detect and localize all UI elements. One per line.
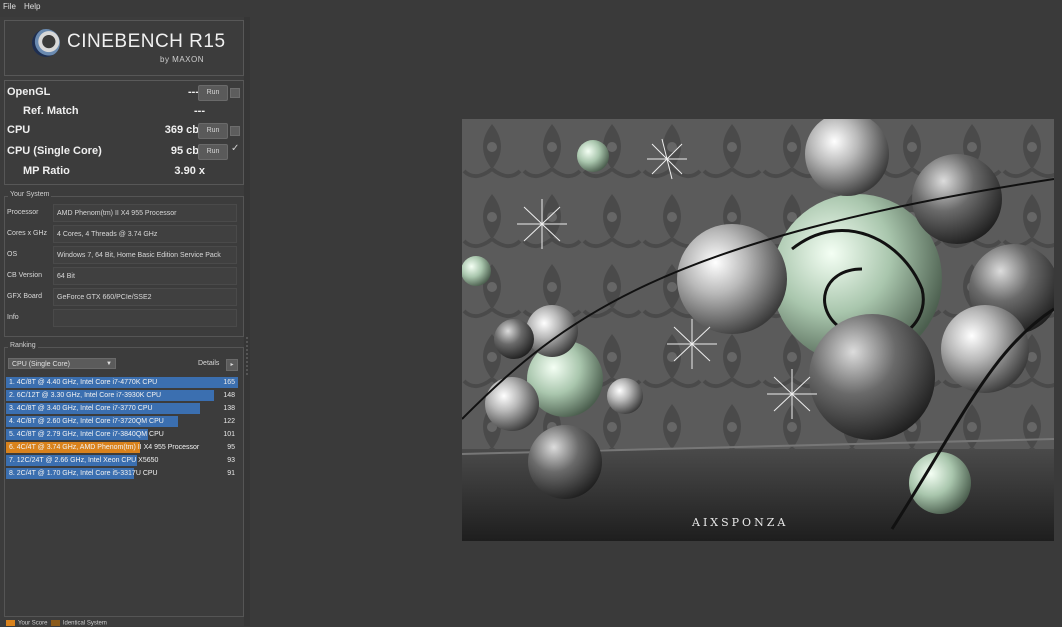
details-label[interactable]: Details bbox=[198, 360, 219, 367]
app-subtitle: by MAXON bbox=[160, 55, 205, 64]
ranking-entry-score: 148 bbox=[223, 392, 235, 399]
system-field-label: Info bbox=[7, 314, 19, 321]
panel-splitter[interactable] bbox=[244, 17, 250, 626]
system-row: CB Version 64 Bit bbox=[5, 266, 243, 286]
menu-help[interactable]: Help bbox=[24, 2, 40, 11]
menu-bar: File Help bbox=[0, 0, 1062, 14]
ranking-row[interactable]: 5. 4C/8T @ 2.79 GHz, Intel Core i7-3840Q… bbox=[6, 429, 238, 441]
your-system-group: Your System Processor AMD Phenom(tm) II X… bbox=[4, 191, 244, 337]
cinebench-logo-icon bbox=[32, 29, 60, 57]
your-system-title: Your System bbox=[8, 191, 52, 198]
system-field-value: GeForce GTX 660/PCIe/SSE2 bbox=[53, 288, 237, 306]
score-value: --- bbox=[194, 105, 205, 117]
run-checkbox[interactable] bbox=[230, 88, 240, 98]
score-value: 95 cb bbox=[170, 145, 199, 157]
ranking-row[interactable]: 2. 6C/12T @ 3.30 GHz, Intel Core i7-3930… bbox=[6, 390, 238, 402]
ranking-entry-score: 93 bbox=[227, 457, 235, 464]
ranking-entry-score: 91 bbox=[227, 470, 235, 477]
ranking-entry-text: 6. 4C/4T @ 3.74 GHz, AMD Phenom(tm) II X… bbox=[9, 444, 200, 451]
ranking-entry-score: 101 bbox=[223, 431, 235, 438]
score-row: Ref. Match --- bbox=[5, 103, 243, 121]
ranking-entry-score: 122 bbox=[223, 418, 235, 425]
system-field-label: CB Version bbox=[7, 272, 43, 279]
ranking-entry-text: 4. 4C/8T @ 2.60 GHz, Intel Core i7-3720Q… bbox=[9, 418, 164, 425]
score-row: CPU 369 cb Run bbox=[5, 122, 243, 140]
score-row: MP Ratio 3.90 x bbox=[5, 163, 243, 181]
system-row: Processor AMD Phenom(tm) II X4 955 Proces… bbox=[5, 203, 243, 223]
ranking-row[interactable]: 6. 4C/4T @ 3.74 GHz, AMD Phenom(tm) II X… bbox=[6, 442, 238, 454]
system-field-label: GFX Board bbox=[7, 293, 43, 300]
details-toggle-button[interactable]: ▸ bbox=[226, 359, 238, 371]
system-row: Info bbox=[5, 308, 243, 328]
score-value: 3.90 x bbox=[174, 165, 205, 177]
system-row: GFX Board GeForce GTX 660/PCIe/SSE2 bbox=[5, 287, 243, 307]
system-field-value: Windows 7, 64 Bit, Home Basic Edition Se… bbox=[53, 246, 237, 264]
ranking-entry-text: 3. 4C/8T @ 3.40 GHz, Intel Core i7-3770 … bbox=[9, 405, 153, 412]
chevron-down-icon: ▼ bbox=[106, 361, 112, 367]
ranking-row[interactable]: 1. 4C/8T @ 4.40 GHz, Intel Core i7-4770K… bbox=[6, 377, 238, 389]
ranking-entry-score: 165 bbox=[223, 379, 235, 386]
score-row: OpenGL --- Run bbox=[5, 84, 243, 102]
logo-box: CINEBENCH R15 by MAXON bbox=[4, 20, 244, 76]
system-field-label: Processor bbox=[7, 209, 39, 216]
rendered-scene-image: AIXSPONZA bbox=[462, 119, 1054, 541]
run-button[interactable]: Run bbox=[198, 144, 228, 160]
ranking-entry-text: 1. 4C/8T @ 4.40 GHz, Intel Core i7-4770K… bbox=[9, 379, 158, 386]
score-label: CPU (Single Core) bbox=[7, 145, 102, 157]
app-title: CINEBENCH R15 bbox=[67, 31, 226, 52]
ranking-row[interactable]: 7. 12C/24T @ 2.66 GHz, Intel Xeon CPU X5… bbox=[6, 455, 238, 467]
score-value: 369 cb bbox=[164, 124, 199, 136]
system-row: Cores x GHz 4 Cores, 4 Threads @ 3.74 GHz bbox=[5, 224, 243, 244]
ranking-entry-text: 2. 6C/12T @ 3.30 GHz, Intel Core i7-3930… bbox=[9, 392, 162, 399]
identical-system-swatch bbox=[50, 620, 60, 626]
ranking-row[interactable]: 3. 4C/8T @ 3.40 GHz, Intel Core i7-3770 … bbox=[6, 403, 238, 415]
dropdown-value: CPU (Single Core) bbox=[12, 361, 70, 368]
menu-file[interactable]: File bbox=[3, 2, 16, 11]
ranking-entry-text: 5. 4C/8T @ 2.79 GHz, Intel Core i7-3840Q… bbox=[9, 431, 164, 438]
render-watermark: AIXSPONZA bbox=[691, 516, 788, 529]
run-checkbox[interactable] bbox=[230, 126, 240, 136]
checkmark-icon[interactable]: ✓ bbox=[231, 143, 239, 154]
score-row: CPU (Single Core) 95 cb Run ✓ bbox=[5, 143, 243, 161]
system-field-label: OS bbox=[7, 251, 18, 258]
score-panel: OpenGL --- Run Ref. Match --- CPU 369 cb Run CPU… bbox=[4, 80, 244, 185]
run-button[interactable]: Run bbox=[198, 85, 228, 101]
ranking-row[interactable]: 8. 2C/4T @ 1.70 GHz, Intel Core i5-3317U… bbox=[6, 468, 238, 480]
render-viewport: AIXSPONZA bbox=[462, 119, 1054, 541]
system-field-value: 4 Cores, 4 Threads @ 3.74 GHz bbox=[53, 225, 237, 243]
system-field-value: 64 Bit bbox=[53, 267, 237, 285]
ranking-entry-score: 95 bbox=[227, 444, 235, 451]
score-label: MP Ratio bbox=[23, 165, 70, 177]
run-button[interactable]: Run bbox=[198, 123, 228, 139]
ranking-title: Ranking bbox=[8, 342, 38, 349]
ranking-entry-text: 8. 2C/4T @ 1.70 GHz, Intel Core i5-3317U… bbox=[9, 470, 158, 477]
ranking-row[interactable]: 4. 4C/8T @ 2.60 GHz, Intel Core i7-3720Q… bbox=[6, 416, 238, 428]
score-label: OpenGL bbox=[7, 86, 51, 98]
splitter-grip[interactable] bbox=[246, 337, 248, 377]
system-row: OS Windows 7, 64 Bit, Home Basic Edition … bbox=[5, 245, 243, 265]
system-field-value[interactable] bbox=[53, 309, 237, 327]
system-field-value: AMD Phenom(tm) II X4 955 Processor bbox=[53, 204, 237, 222]
score-label: CPU bbox=[7, 124, 31, 136]
ranking-type-dropdown[interactable]: CPU (Single Core) ▼ bbox=[8, 358, 116, 369]
your-score-swatch bbox=[6, 620, 15, 626]
ranking-entry-text: 7. 12C/24T @ 2.66 GHz, Intel Xeon CPU X5… bbox=[9, 457, 159, 464]
score-label: Ref. Match bbox=[23, 105, 79, 117]
ranking-entry-score: 138 bbox=[223, 405, 235, 412]
system-field-label: Cores x GHz bbox=[7, 230, 48, 237]
